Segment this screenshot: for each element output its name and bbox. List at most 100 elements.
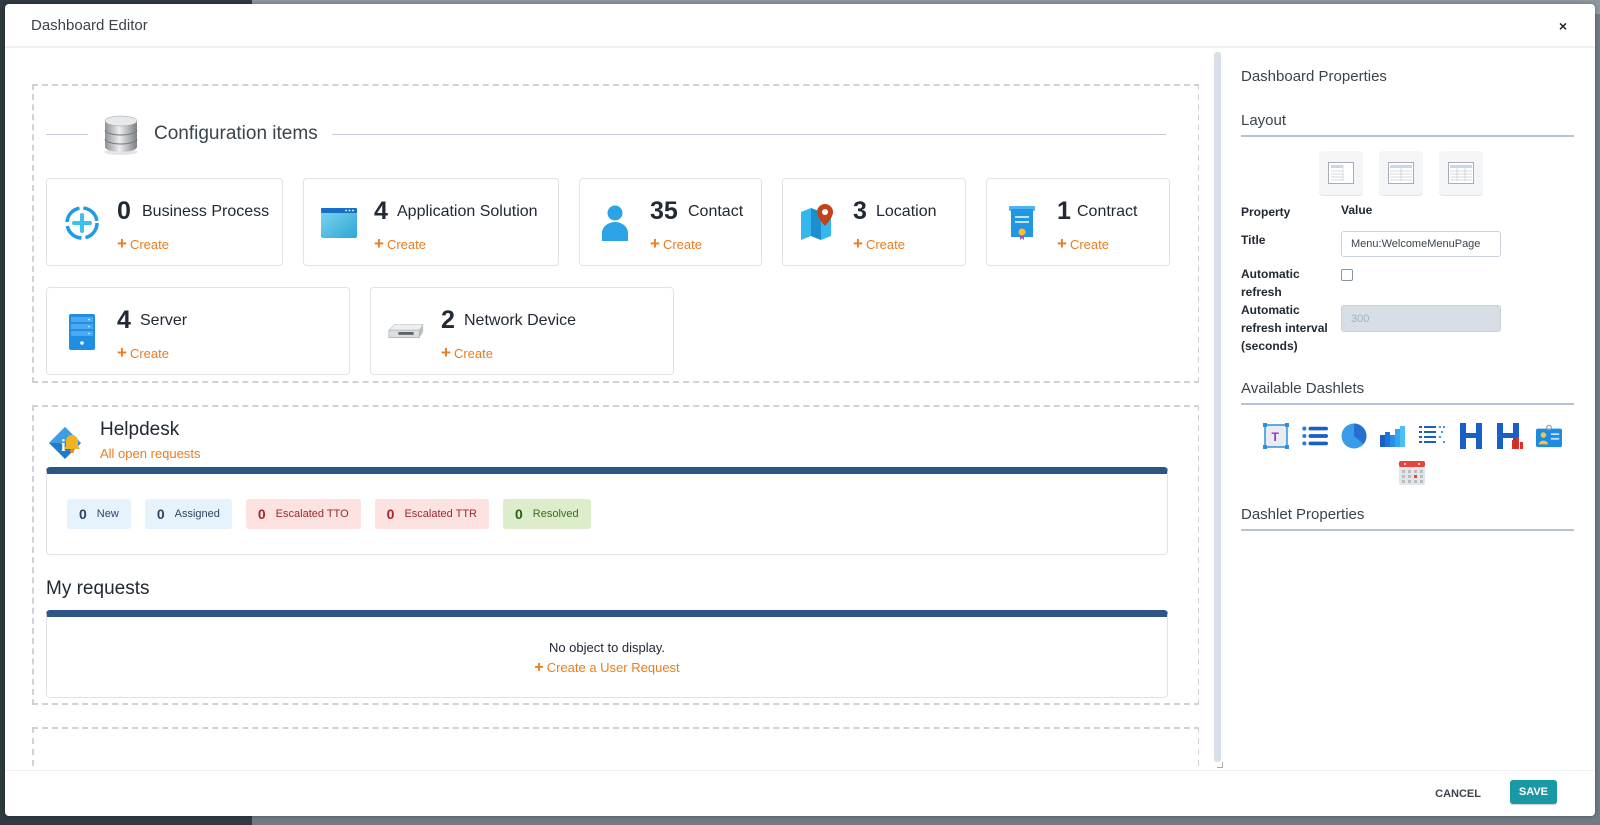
tile-network-device[interactable]: 2 Network Device + Create <box>370 287 674 375</box>
badge-count: 0 <box>386 506 395 522</box>
tile-server[interactable]: 4 Server + Create <box>46 287 350 375</box>
create-label: Create <box>129 237 169 252</box>
three-columns-layout-icon <box>1448 162 1474 184</box>
tile-contact[interactable]: 35 Contact + Create <box>579 178 762 266</box>
title-label: Title <box>1241 233 1266 247</box>
refresh-interval-input[interactable] <box>1341 305 1501 332</box>
header-dashlet[interactable] <box>1458 423 1484 449</box>
create-link[interactable]: + Create <box>1057 234 1109 254</box>
refresh-interval-label: Automatic refresh interval (seconds) <box>1241 303 1328 353</box>
bar-chart-dashlet[interactable] <box>1379 423 1406 449</box>
pie-chart-dashlet-icon <box>1341 423 1366 449</box>
svg-text:i: i <box>61 436 66 455</box>
dashboard-cell[interactable]: Configuration items 0 Business Process +… <box>32 84 1199 383</box>
available-dashlets: T <box>1257 423 1567 485</box>
resize-handle[interactable] <box>1217 762 1223 768</box>
tile-label: Application Solution <box>397 203 538 220</box>
one-column-layout-button[interactable] <box>1319 151 1363 195</box>
create-user-request-link[interactable]: + Create a User Request <box>47 659 1167 677</box>
dialog-footer: CANCEL SAVE <box>5 770 1595 816</box>
server-icon <box>63 314 101 350</box>
layout-options <box>1319 151 1483 195</box>
tile-label: Location <box>876 203 937 220</box>
one-column-layout-icon <box>1328 162 1354 184</box>
divider <box>331 133 1166 135</box>
tile-label: Server <box>140 312 188 329</box>
tile-label: Business Process <box>142 203 270 220</box>
bar-chart-dashlet-icon <box>1379 426 1405 447</box>
tile-contract[interactable]: 1 Contract + Create <box>986 178 1170 266</box>
dashboard-cell[interactable]: i Helpdesk All open requests 0 New 0 Assig… <box>32 405 1199 705</box>
pie-chart-dashlet[interactable] <box>1341 423 1367 449</box>
badge-dashlet-icon <box>1535 424 1562 448</box>
badge-label: Escalated TTR <box>404 508 477 520</box>
create-link[interactable]: + Create <box>117 343 169 363</box>
dialog-title: Dashboard Editor <box>31 16 148 34</box>
badge-escalated-ttr[interactable]: 0 Escalated TTR <box>374 499 489 529</box>
create-link[interactable]: + Create <box>117 234 169 254</box>
group-by-table-dashlet[interactable] <box>1418 423 1445 449</box>
badge-dashlet[interactable] <box>1535 423 1562 449</box>
tile-count: 0 <box>117 197 131 225</box>
business-process-icon <box>63 205 101 241</box>
tile-location[interactable]: 3 Location + Create <box>782 178 966 266</box>
helpdesk-panel: 0 New 0 Assigned 0 Escalated TTO 0 Escalated… <box>46 467 1168 555</box>
create-user-request-label: Create a User Request <box>546 660 680 675</box>
dashboard-properties-heading: Dashboard Properties <box>1241 68 1387 85</box>
header-dashlet-icon <box>1459 423 1482 449</box>
header-with-stats-dashlet[interactable] <box>1496 423 1523 449</box>
create-label: Create <box>662 237 702 252</box>
divider <box>46 133 88 135</box>
create-link[interactable]: + Create <box>650 234 702 254</box>
badge-resolved[interactable]: 0 Resolved <box>503 499 591 529</box>
available-dashlets-heading: Available Dashlets <box>1241 380 1574 405</box>
create-link[interactable]: + Create <box>853 234 905 254</box>
tile-application-solution[interactable]: 4 Application Solution + Create <box>303 178 559 266</box>
two-columns-layout-button[interactable] <box>1379 151 1423 195</box>
tile-count: 1 <box>1057 197 1071 225</box>
config-items-title: Configuration items <box>154 123 318 144</box>
tile-label: Contact <box>688 203 744 220</box>
badge-new[interactable]: 0 New <box>67 499 131 529</box>
two-columns-layout-icon <box>1388 162 1414 184</box>
create-label: Create <box>865 237 905 252</box>
location-icon <box>799 204 837 241</box>
vertical-scrollbar[interactable] <box>1214 52 1221 762</box>
three-columns-layout-button[interactable] <box>1439 151 1483 195</box>
title-input[interactable] <box>1341 231 1501 257</box>
badge-label: New <box>96 508 119 520</box>
save-button[interactable]: SAVE <box>1509 780 1557 804</box>
auto-refresh-checkbox[interactable] <box>1341 269 1353 281</box>
auto-refresh-label: Automatic refresh <box>1241 267 1300 299</box>
badge-label: Escalated TTO <box>275 508 349 520</box>
config-items-header: Configuration items <box>46 114 1166 155</box>
status-badges: 0 New 0 Assigned 0 Escalated TTO 0 Escalated… <box>67 499 591 529</box>
badge-count: 0 <box>515 506 523 522</box>
object-list-dashlet-icon <box>1301 426 1328 446</box>
dashboard-properties-panel: Dashboard Properties Layout Property Val… <box>1241 48 1576 770</box>
badge-escalated-tto[interactable]: 0 Escalated TTO <box>245 499 361 529</box>
contact-icon <box>596 205 634 241</box>
close-icon[interactable]: × <box>1559 18 1567 34</box>
dashboard-preview: Configuration items 0 Business Process +… <box>5 48 1199 770</box>
database-icon <box>104 115 138 155</box>
dialog-body: Configuration items 0 Business Process +… <box>5 48 1595 770</box>
plain-text-dashlet-icon: T <box>1262 423 1289 449</box>
application-solution-icon <box>320 205 358 241</box>
create-link[interactable]: + Create <box>441 343 493 363</box>
tile-business-process[interactable]: 0 Business Process + Create <box>46 178 283 266</box>
tile-count: 4 <box>374 197 388 225</box>
create-label: Create <box>1069 237 1109 252</box>
create-link[interactable]: + Create <box>374 234 426 254</box>
helpdesk-subtitle-link[interactable]: All open requests <box>100 446 200 461</box>
badge-assigned[interactable]: 0 Assigned <box>144 499 232 529</box>
calendar-dashlet[interactable] <box>1399 459 1425 485</box>
header-with-stats-dashlet-icon <box>1496 423 1523 449</box>
create-label: Create <box>129 346 169 361</box>
badge-count: 0 <box>257 506 266 522</box>
cancel-button[interactable]: CANCEL <box>1429 782 1487 806</box>
dashboard-cell-empty[interactable] <box>32 727 1199 770</box>
plain-text-dashlet[interactable]: T <box>1262 423 1289 449</box>
object-list-dashlet[interactable] <box>1301 423 1328 449</box>
svg-text:T: T <box>1271 430 1279 444</box>
